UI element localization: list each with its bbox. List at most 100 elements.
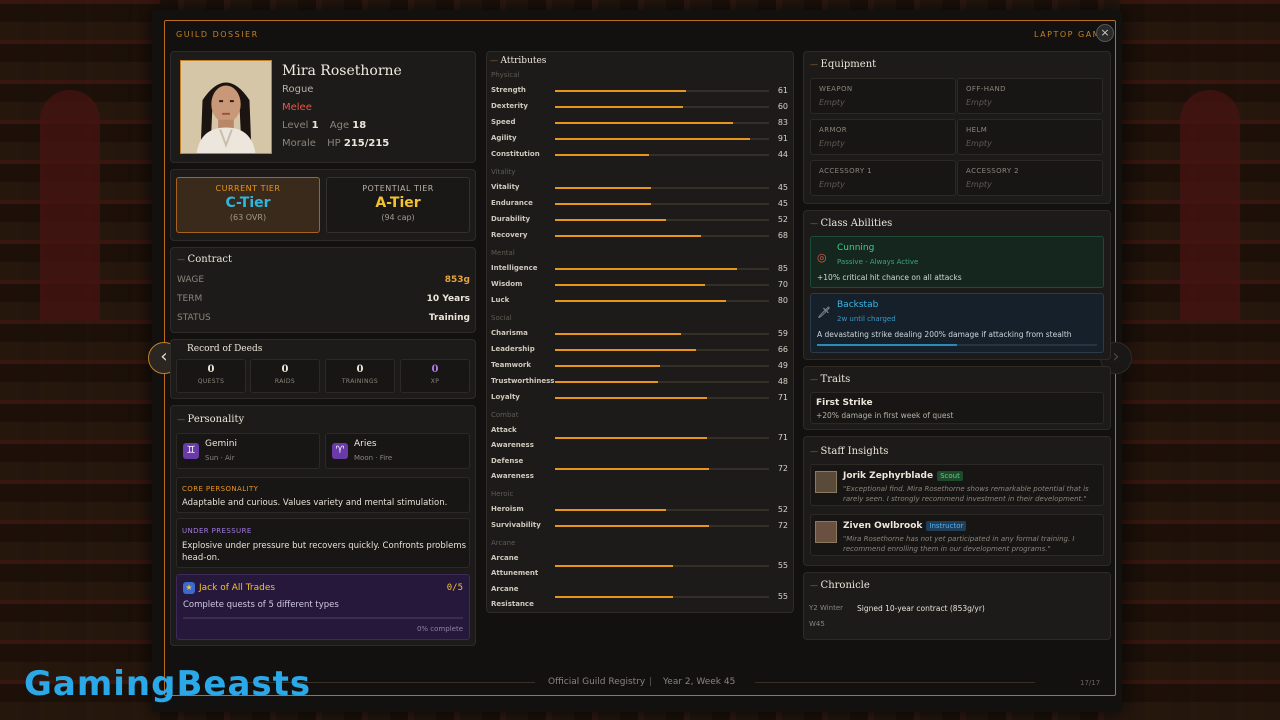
deeds-title: Record of Deeds: [187, 344, 263, 354]
attributes-title: Attributes: [490, 56, 547, 66]
ability-cunning-name: Cunning: [837, 243, 875, 253]
helm-slot-value: Empty: [966, 139, 992, 148]
equipment-slot-offhand[interactable]: OFF-HAND Empty: [957, 78, 1103, 114]
attribute-label-arcane-attunement: Arcane: [491, 554, 519, 562]
sun-sign-card: ♊ Gemini Sun · Air: [176, 433, 320, 469]
level-label: Level: [282, 120, 309, 131]
ability-cunning-description: +10% critical hit chance on all attacks: [817, 273, 962, 282]
attribute-bar-fill-dexterity: [555, 106, 684, 108]
insight-jorik-header: Jorik Zephyrblade Scout: [843, 471, 963, 481]
attribute-bar-dexterity: [555, 106, 769, 108]
level-row: Level 1 Age 18: [282, 120, 366, 131]
close-button[interactable]: ×: [1096, 24, 1114, 42]
attribute-bar-fill-charisma: [555, 333, 682, 335]
attribute-value-endurance: 45: [777, 199, 788, 208]
gemini-icon: ♊: [183, 443, 199, 459]
backstab-charge-track: [817, 344, 1097, 346]
attribute-bar-fill-heroism: [555, 509, 667, 511]
attribute-bar-attack-awareness: [555, 437, 769, 439]
page-counter: 17/17: [1080, 679, 1101, 687]
attribute-group-arcane: Arcane: [491, 539, 516, 547]
attribute-value-trustworthiness: 48: [777, 377, 788, 386]
attribute-value-wisdom: 70: [777, 280, 788, 289]
attribute-bar-fill-trustworthiness: [555, 381, 658, 383]
ability-backstab-name: Backstab: [837, 300, 879, 310]
deed-trainings-value: 0: [356, 364, 364, 375]
chronicle-entry-date-line2: W45: [809, 620, 825, 628]
status-value: Training: [428, 313, 470, 323]
under-pressure-label: UNDER PRESSURE: [182, 527, 252, 535]
insight-jorik-quote-line1: "Exceptional find. Mira Rosethorne shows…: [843, 485, 1089, 493]
attribute-group-physical: Physical: [491, 71, 520, 79]
core-personality-text: Adaptable and curious. Values variety an…: [182, 498, 448, 508]
trait-name: First Strike: [816, 398, 873, 408]
deed-xp: 0 XP: [400, 359, 470, 393]
equipment-slot-armor[interactable]: ARMOR Empty: [810, 119, 956, 155]
equipment-slot-weapon[interactable]: WEAPON Empty: [810, 78, 956, 114]
attribute-label-arcane-resistance-line2: Resistance: [491, 600, 534, 608]
equipment-slot-accessory-1[interactable]: ACCESSORY 1 Empty: [810, 160, 956, 196]
aries-icon: ♈: [332, 443, 348, 459]
weapon-slot-label: WEAPON: [819, 85, 853, 93]
attribute-bar-fill-arcane-resistance: [555, 596, 673, 598]
under-pressure-text-line1: Explosive under pressure but recovers qu…: [182, 541, 467, 551]
attribute-bar-fill-speed: [555, 122, 733, 124]
weapon-slot-value: Empty: [819, 98, 845, 107]
deed-quests-label: QUESTS: [197, 378, 225, 385]
chronicle-entry-date-line1: Y2 Winter: [809, 604, 844, 612]
attribute-bar-fill-survivability: [555, 525, 710, 527]
attribute-value-dexterity: 60: [777, 102, 788, 111]
core-personality-label: CORE PERSONALITY: [182, 485, 259, 493]
level-value: 1: [311, 120, 319, 131]
dossier-header-brand: LAPTOP GAM: [1034, 30, 1102, 39]
attribute-bar-fill-vitality: [555, 187, 652, 189]
attribute-label-teamwork: Teamwork: [491, 361, 531, 369]
attribute-bar-endurance: [555, 203, 769, 205]
dossier-header-title: GUILD DOSSIER: [176, 30, 259, 39]
ability-backstab[interactable]: 🗡 Backstab 2w until charged A devastatin…: [810, 293, 1104, 353]
moon-sign-sub: Moon · Fire: [354, 454, 393, 462]
attribute-value-agility: 91: [777, 134, 788, 143]
deed-raids: 0 RAIDS: [250, 359, 320, 393]
dagger-icon: 🗡: [817, 306, 831, 319]
deed-trainings-label: TRAININGS: [341, 378, 379, 385]
attribute-bar-wisdom: [555, 284, 769, 286]
achievement-name: Jack of All Trades: [199, 583, 276, 593]
age-value: 18: [352, 120, 367, 131]
deed-xp-label: XP: [430, 378, 440, 385]
deed-trainings: 0 TRAININGS: [325, 359, 395, 393]
trait-first-strike[interactable]: First Strike +20% damage in first week o…: [810, 392, 1104, 424]
attribute-label-survivability: Survivability: [491, 521, 541, 529]
attribute-value-strength: 61: [777, 86, 788, 95]
attribute-value-arcane-attunement: 55: [777, 561, 788, 570]
accessory-1-slot-value: Empty: [819, 180, 845, 189]
class-abilities-title: Class Abilities: [810, 218, 893, 229]
ability-cunning[interactable]: ◎ Cunning Passive - Always Active +10% c…: [810, 236, 1104, 288]
offhand-slot-value: Empty: [966, 98, 992, 107]
insight-ziven-name: Ziven Owlbrook: [843, 521, 923, 531]
attribute-group-combat: Combat: [491, 411, 519, 419]
character-portrait: [180, 60, 272, 154]
footer-rule-right: [755, 682, 1035, 683]
attribute-bar-vitality: [555, 187, 769, 189]
achievement-medal-icon: ★: [183, 582, 195, 594]
insight-ziven-quote-line1: "Mira Rosethorne has not yet participate…: [843, 535, 1075, 543]
attribute-value-durability: 52: [777, 215, 788, 224]
deed-raids-label: RAIDS: [274, 378, 296, 385]
attribute-bar-speed: [555, 122, 769, 124]
attribute-label-leadership: Leadership: [491, 345, 535, 353]
morale-row: Morale HP 215/215: [282, 138, 389, 149]
footer-separator: |: [649, 677, 653, 687]
attribute-label-charisma: Charisma: [491, 329, 528, 337]
attribute-value-charisma: 59: [777, 329, 788, 338]
attribute-label-endurance: Endurance: [491, 199, 533, 207]
wage-label: WAGE: [177, 275, 205, 285]
attribute-value-intelligence: 85: [777, 264, 788, 273]
equipment-slot-helm[interactable]: HELM Empty: [957, 119, 1103, 155]
equipment-slot-accessory-2[interactable]: ACCESSORY 2 Empty: [957, 160, 1103, 196]
attribute-bar-fill-teamwork: [555, 365, 660, 367]
attribute-bar-fill-strength: [555, 90, 686, 92]
accessory-1-slot-label: ACCESSORY 1: [819, 167, 873, 175]
achievement-card[interactable]: ★ Jack of All Trades 0/5 Complete quests…: [176, 574, 470, 640]
insight-jorik-quote-line2: rarely seen. I strongly recommend invest…: [843, 495, 1087, 503]
